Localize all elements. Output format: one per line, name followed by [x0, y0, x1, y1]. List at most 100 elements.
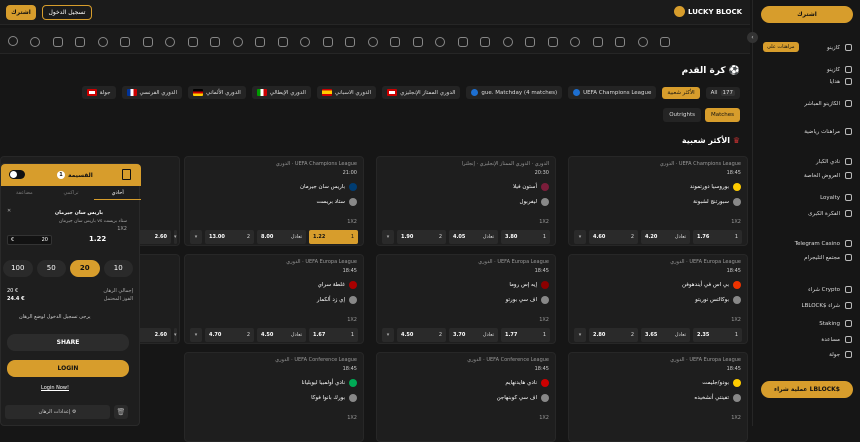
sidebar-item[interactable]: مجتمع التليجرام — [804, 254, 852, 261]
sport-icon[interactable] — [570, 37, 580, 47]
more-markets-button[interactable]: ▾ — [574, 328, 586, 342]
match-card[interactable]: الدوري · UEFA Europa League 18:45 بودو/ج… — [568, 352, 748, 442]
promo-chip[interactable]: مراهنات على — [763, 42, 799, 52]
odds-button[interactable]: 4.20 تعادل — [641, 230, 690, 244]
sport-icon[interactable] — [390, 37, 400, 47]
slip-login-button[interactable]: LOGIN — [7, 360, 129, 377]
slip-close[interactable]: ✕ — [7, 208, 11, 214]
match-card[interactable]: الدوري · UEFA Conference League 18:45 نا… — [376, 352, 556, 442]
sidebar-item[interactable]: Telegram Casino — [795, 240, 852, 247]
sport-icon[interactable] — [52, 37, 63, 47]
sidebar-item[interactable]: الكازينو المباشر — [804, 100, 852, 107]
trash-icon[interactable]: 🗑 — [114, 405, 128, 419]
sidebar-collapse-icon[interactable]: ‹ — [747, 32, 758, 43]
match-card[interactable]: الدوري · UEFA Europa League 18:45 غلطة س… — [184, 254, 364, 344]
logo[interactable]: LUCKY BLOCK — [674, 6, 742, 17]
more-markets-button[interactable]: ▾ — [382, 328, 394, 342]
quick-stake-10[interactable]: 10 — [103, 260, 133, 277]
odds-button[interactable]: 1.77 1 — [501, 328, 550, 342]
buy-lblock-button[interactable]: عملية شراء LBLOCK$ — [761, 381, 853, 398]
sidebar-item[interactable]: نادي الكبار — [816, 158, 852, 165]
sport-icon[interactable] — [300, 37, 310, 47]
sport-icon[interactable] — [525, 37, 535, 47]
sport-icon[interactable] — [187, 37, 198, 47]
odds-button[interactable]: 8.00 تعادل — [257, 230, 306, 244]
sport-icon[interactable] — [367, 37, 378, 47]
odds-button[interactable]: 4.50 تعادل — [257, 328, 306, 342]
sport-icon[interactable] — [480, 37, 490, 47]
sport-icon[interactable] — [547, 37, 558, 47]
odds-button[interactable]: 3.65 تعادل — [641, 328, 690, 342]
sport-icon[interactable] — [615, 37, 625, 47]
sport-icon[interactable] — [637, 37, 648, 47]
bet-slip-header[interactable]: 1 القسيمة — [1, 164, 141, 186]
login-now-link[interactable]: Login Now! — [41, 385, 69, 391]
sport-icon[interactable] — [97, 37, 108, 47]
tab-matches[interactable]: Matches — [704, 108, 740, 122]
stake-input[interactable]: €20 — [7, 235, 52, 245]
sport-icon[interactable] — [142, 37, 153, 47]
quick-stake-20[interactable]: 20 — [70, 260, 100, 277]
login-button[interactable]: تسجيل الدخول — [42, 5, 92, 20]
filter-round[interactable]: جولة — [81, 86, 116, 99]
sidebar-item[interactable]: LBLOCK$ شراء — [802, 302, 852, 309]
slip-tab-multiple[interactable]: مضاعفة — [1, 186, 48, 200]
sport-icon[interactable] — [120, 37, 130, 47]
slip-tab-acca[interactable]: تراكمي — [48, 186, 95, 200]
sport-icon[interactable] — [30, 37, 40, 47]
filter-all[interactable]: All 177 — [705, 86, 740, 99]
odds-button[interactable]: 4.60 2 — [589, 230, 638, 244]
sidebar-item[interactable]: الفكرة الكبرى — [808, 210, 852, 217]
bet-settings-button[interactable]: إعدادات الرهان ⚙ — [5, 405, 110, 419]
filter-ucl[interactable]: UEFA Champions League — [568, 86, 657, 99]
quick-stake-50[interactable]: 50 — [36, 260, 66, 277]
sidebar-item[interactable]: هدايا — [829, 78, 852, 85]
odds-button[interactable]: 1.90 2 — [397, 230, 446, 244]
sidebar-register-button[interactable]: اشترك — [761, 6, 853, 23]
more-markets-button[interactable]: ▾ — [574, 230, 586, 244]
sport-icon[interactable] — [660, 37, 670, 47]
more-markets-button[interactable]: ▾ — [190, 230, 202, 244]
odds-button[interactable]: 4.05 تعادل — [449, 230, 498, 244]
sport-icon[interactable] — [165, 37, 175, 47]
match-card[interactable]: الدوري · UEFA Champions League 18:45 بور… — [568, 156, 748, 246]
sport-icon[interactable] — [412, 37, 423, 47]
filter-seriea[interactable]: الدوري الإيطالي — [251, 86, 311, 99]
tab-outrights[interactable]: Outrights — [663, 108, 701, 122]
odds-button[interactable]: 2.80 2 — [589, 328, 638, 342]
filter-matchday[interactable]: gue. Matchday (4 matches) — [466, 86, 563, 99]
odds-button[interactable]: 1.76 1 — [693, 230, 742, 244]
match-card[interactable]: الدوري · UEFA Europa League 18:45 إيه إس… — [376, 254, 556, 344]
more-markets-button[interactable]: ▾ — [382, 230, 394, 244]
sidebar-item[interactable]: كازينو — [827, 44, 852, 51]
share-button[interactable]: SHARE — [7, 334, 129, 351]
match-card[interactable]: الدوري · UEFA Conference League 18:45 نا… — [184, 352, 364, 442]
sidebar-item[interactable]: شراء Crypto — [808, 286, 852, 293]
filter-epl[interactable]: الدوري الممتاز الإنجليزي — [382, 86, 461, 99]
odds-button[interactable]: 1.22 1 — [309, 230, 358, 244]
slip-toggle[interactable] — [9, 170, 25, 179]
sidebar-item[interactable]: جولة — [829, 351, 852, 358]
sport-icon[interactable] — [210, 37, 220, 47]
quick-stake-100[interactable]: 100 — [3, 260, 33, 277]
match-card[interactable]: الدوري · الدوري الممتاز الإنجليزي · إنجل… — [376, 156, 556, 246]
filter-popular[interactable]: الأكثر شعبية — [662, 86, 700, 99]
sidebar-item[interactable]: كازينو — [827, 66, 852, 73]
register-button[interactable]: اشترك — [6, 5, 36, 20]
sidebar-item[interactable]: مراهنات رياضية — [804, 128, 852, 135]
sport-icon[interactable] — [435, 37, 445, 47]
slip-tab-single[interactable]: أحادي — [94, 186, 141, 200]
sport-icon[interactable] — [255, 37, 265, 47]
sport-icon[interactable] — [345, 37, 355, 47]
sport-icon[interactable] — [502, 37, 513, 47]
odds-button[interactable]: 13.00 2 — [205, 230, 254, 244]
sport-icon[interactable] — [592, 37, 603, 47]
sidebar-item[interactable]: مساعدة — [821, 336, 852, 343]
sidebar-item[interactable]: العروض الخاصة — [804, 172, 852, 179]
odds-button[interactable]: 4.50 2 — [397, 328, 446, 342]
sport-icon[interactable] — [322, 37, 333, 47]
filter-laliga[interactable]: الدوري الاسباني — [316, 86, 377, 99]
sidebar-item[interactable]: Loyalty — [820, 194, 852, 201]
more-markets-button[interactable]: ▾ — [190, 328, 202, 342]
odds-button[interactable]: 2.35 1 — [693, 328, 742, 342]
